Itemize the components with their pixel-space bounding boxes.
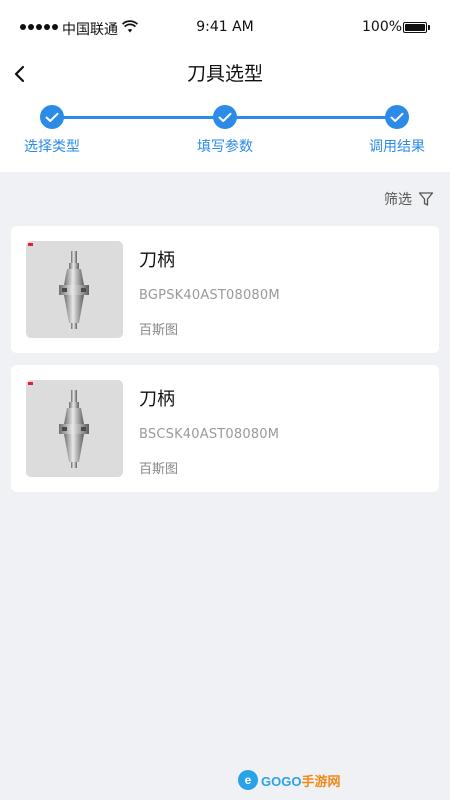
product-code: BGPSK40AST08080M [139,288,280,303]
watermark-text: GOGO手游网 [261,773,341,789]
gogo-logo-icon: e [238,770,258,790]
result-card[interactable]: 刀柄 BSCSK40AST08080M 百斯图 [11,365,439,492]
filter-button[interactable]: 筛选 [384,189,434,209]
check-icon [40,105,64,129]
step-select-type[interactable]: 选择类型 [2,105,102,156]
result-card[interactable]: 刀柄 BGPSK40AST08080M 百斯图 [11,226,439,353]
battery-tip [428,25,430,30]
step-label: 选择类型 [24,139,80,155]
step-label: 调用结果 [369,139,425,155]
page-title: 刀具选型 [186,63,263,85]
filter-label: 筛选 [384,192,412,208]
step-results[interactable]: 调用结果 [347,105,447,156]
funnel-icon [418,192,434,206]
watermark-logo: e GOGO手游网 [238,770,340,790]
product-code: BSCSK40AST08080M [139,427,280,442]
tool-holder-image [26,241,123,338]
product-name: 刀柄 [139,250,175,271]
product-brand: 百斯图 [139,323,179,338]
battery-percentage: 100% [362,19,403,35]
tool-holder-image [26,380,123,477]
status-bar: 中国联通 9:41 AM 100% [0,0,450,58]
check-icon [385,105,409,129]
battery-icon [403,22,427,33]
check-icon [213,105,237,129]
header-panel: 中国联通 9:41 AM 100% 刀具选型 选择类型 填写参数 调用结果 [0,0,450,172]
step-label: 填写参数 [197,139,253,155]
product-brand: 百斯图 [139,462,179,477]
step-fill-params[interactable]: 填写参数 [175,105,275,156]
product-name: 刀柄 [139,389,175,410]
